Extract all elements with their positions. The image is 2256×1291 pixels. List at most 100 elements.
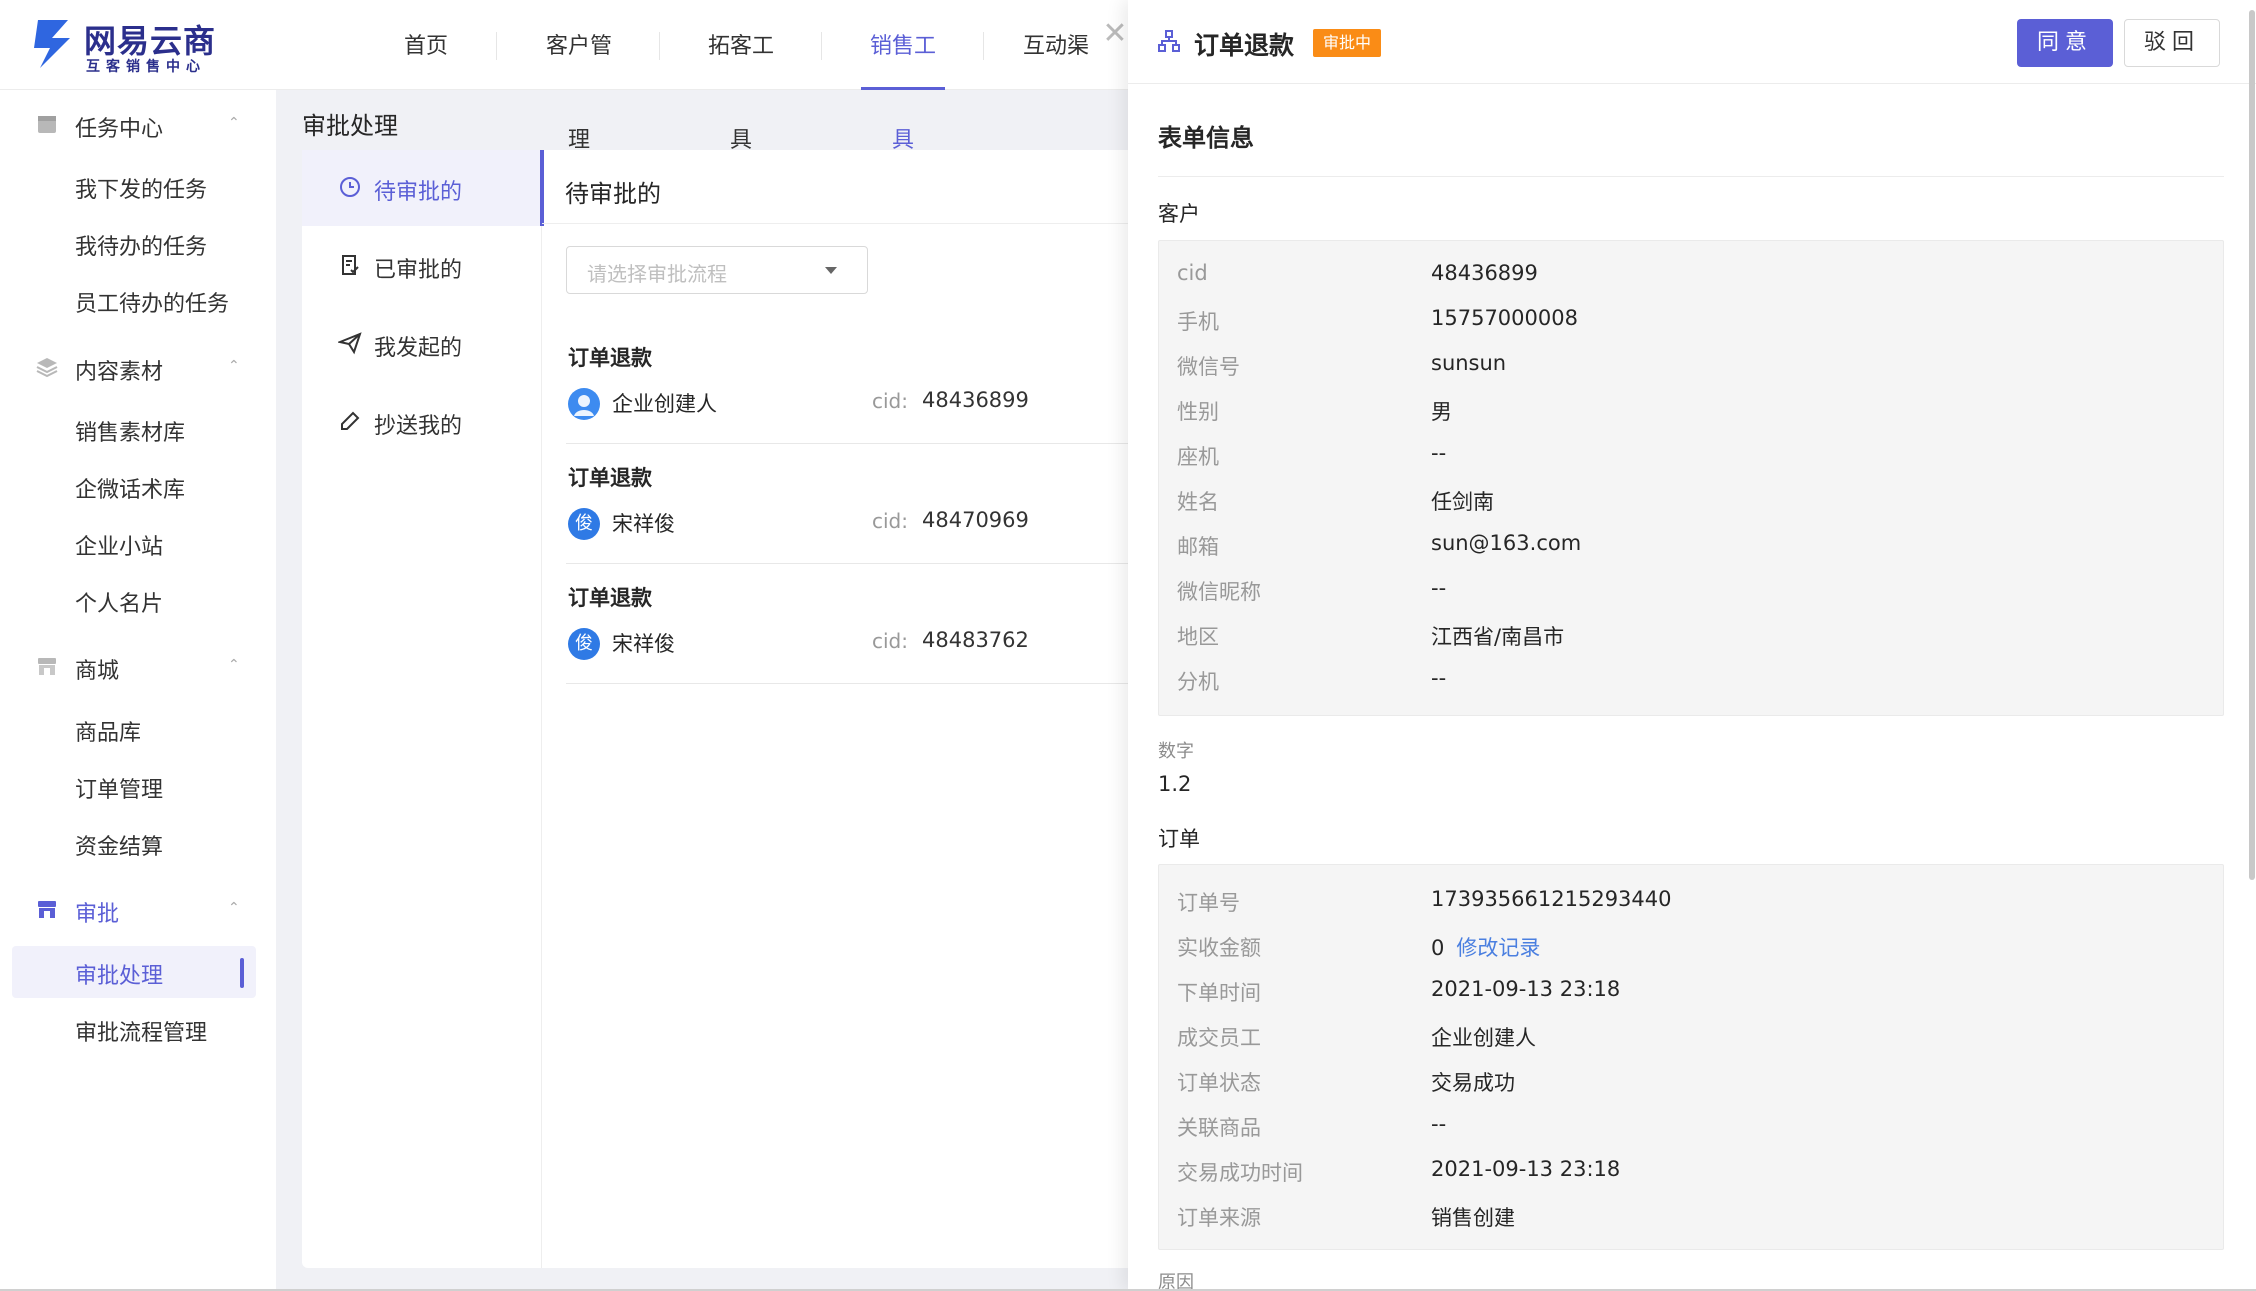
nav-divider xyxy=(496,32,497,60)
kv-row: 分机 -- xyxy=(1159,666,2225,711)
app-logo[interactable]: 网易云商 互客销售中心 xyxy=(32,14,232,76)
kv-key: 微信昵称 xyxy=(1177,580,1261,604)
sidebar-item-products[interactable]: 商品库 xyxy=(12,703,256,755)
drawer-close-icon[interactable]: ✕ xyxy=(1100,14,1130,54)
tab-pending[interactable]: 待审批的 xyxy=(302,150,544,226)
sidebar-group-tasks[interactable]: 任务中心 ⌃ xyxy=(0,97,276,153)
approval-detail-drawer: 订单退款 审批中 同意 驳回 表单信息 客户 cid 48436899 手机 157… xyxy=(1128,0,2256,1291)
kv-row: cid 48436899 xyxy=(1159,261,2225,306)
document-check-icon xyxy=(342,255,359,275)
nav-channels[interactable]: 互动渠道 xyxy=(1023,0,1109,90)
kv-key: 手机 xyxy=(1177,310,1219,334)
sidebar-item-business-card[interactable]: 个人名片 xyxy=(12,574,256,626)
approval-list-item[interactable]: 订单退款 俊 宋祥俊 cid: 48483762 xyxy=(566,566,1202,684)
nav-divider xyxy=(983,32,984,60)
kv-row: 微信昵称 -- xyxy=(1159,576,2225,621)
kv-row: 邮箱 sun@163.com xyxy=(1159,531,2225,576)
tab-approved[interactable]: 已审批的 xyxy=(302,228,542,304)
sidebar-item-orders[interactable]: 订单管理 xyxy=(12,760,256,812)
tab-initiated[interactable]: 我发起的 xyxy=(302,306,542,382)
tab-label: 抄送我的 xyxy=(374,414,463,439)
status-badge: 审批中 xyxy=(1313,29,1382,57)
caret-down-icon xyxy=(825,267,837,274)
kv-value: 交易成功 xyxy=(1431,1071,1515,1095)
nav-sales-tools[interactable]: 销售工具 xyxy=(861,0,945,153)
kv-key: 座机 xyxy=(1177,445,1219,469)
approval-list-item[interactable]: 订单退款 企业创建人 cid: 48436899 xyxy=(566,326,1202,444)
sidebar-item-label: 资金结算 xyxy=(75,835,164,860)
agree-button[interactable]: 同意 xyxy=(2017,19,2113,67)
customer-label: 客户 xyxy=(1158,202,1200,226)
kv-value: 任剑南 xyxy=(1431,490,1494,514)
cid-label: cid: xyxy=(872,389,908,413)
page-title: 审批处理 xyxy=(302,112,398,140)
item-person: 宋祥俊 xyxy=(612,632,675,656)
sidebar-item-settlement[interactable]: 资金结算 xyxy=(12,817,256,869)
select-placeholder: 请选择审批流程 xyxy=(587,262,727,286)
kv-key: 微信号 xyxy=(1177,355,1240,379)
kv-value: 0 xyxy=(1431,936,1445,960)
approval-flow-select[interactable]: 请选择审批流程 xyxy=(566,246,868,294)
kv-key: 地区 xyxy=(1177,625,1219,649)
kv-key: 邮箱 xyxy=(1177,535,1219,559)
kv-value: 2021-09-13 23:18 xyxy=(1431,1157,1621,1181)
edit-history-link[interactable]: 修改记录 xyxy=(1456,936,1540,960)
nav-prospecting[interactable]: 拓客工具 xyxy=(698,0,784,153)
sidebar-item-my-todo[interactable]: 我待办的任务 xyxy=(12,217,256,269)
sidebar-group-label: 内容素材 xyxy=(75,360,164,385)
kv-key: 关联商品 xyxy=(1177,1116,1261,1140)
kv-value: 173935661215293440 xyxy=(1431,887,1672,911)
chevron-up-icon: ⌃ xyxy=(228,900,240,916)
nav-divider xyxy=(659,32,660,60)
kv-key: cid xyxy=(1177,261,1208,285)
kv-row: 订单来源 销售创建 xyxy=(1159,1202,2225,1247)
sidebar-item-label: 企微话术库 xyxy=(75,478,186,503)
kv-row: 座机 -- xyxy=(1159,441,2225,486)
sidebar-item-approval-processing[interactable]: 审批处理 xyxy=(12,946,256,998)
sidebar-item-label: 销售素材库 xyxy=(75,421,186,446)
kv-row: 性别 男 xyxy=(1159,396,2225,441)
cid-value: 48483762 xyxy=(922,628,1029,652)
sidebar-item-label: 商品库 xyxy=(75,721,142,746)
tab-cc-me[interactable]: 抄送我的 xyxy=(302,384,542,460)
divider xyxy=(1158,176,2224,177)
sidebar-group-approval[interactable]: 审批 ⌃ xyxy=(0,882,276,938)
tab-label: 已审批的 xyxy=(374,258,463,283)
kv-value-group: 0 修改记录 xyxy=(1431,932,1540,962)
kv-row: 关联商品 -- xyxy=(1159,1112,2225,1157)
tab-label: 待审批的 xyxy=(374,180,463,205)
sidebar-group-label: 商城 xyxy=(75,659,120,684)
kv-value: 销售创建 xyxy=(1431,1206,1515,1230)
drawer-scrollbar[interactable] xyxy=(2249,10,2255,880)
order-label: 订单 xyxy=(1158,827,1200,851)
kv-key: 订单号 xyxy=(1177,891,1240,915)
approval-list-item[interactable]: 订单退款 俊 宋祥俊 cid: 48470969 xyxy=(566,446,1202,564)
sidebar-item-scripts[interactable]: 企微话术库 xyxy=(12,460,256,512)
kv-value: 15757000008 xyxy=(1431,306,1578,330)
kv-value: -- xyxy=(1431,441,1447,465)
nav-home[interactable]: 首页 xyxy=(396,0,456,90)
sidebar-item-issued-tasks[interactable]: 我下发的任务 xyxy=(12,160,256,212)
sidebar-group-mall[interactable]: 商城 ⌃ xyxy=(0,639,276,695)
kv-value: 企业创建人 xyxy=(1431,1026,1536,1050)
kv-key: 分机 xyxy=(1177,670,1219,694)
nav-customers[interactable]: 客户管理 xyxy=(536,0,622,153)
sidebar-item-staff-todo[interactable]: 员工待办的任务 xyxy=(12,274,256,326)
number-label: 数字 xyxy=(1158,741,1194,762)
kv-key: 成交员工 xyxy=(1177,1026,1261,1050)
chevron-up-icon: ⌃ xyxy=(228,358,240,374)
kv-value: -- xyxy=(1431,666,1447,690)
edit-icon xyxy=(341,411,360,430)
drawer-header: 订单退款 审批中 同意 驳回 xyxy=(1128,0,2256,84)
sidebar-group-content[interactable]: 内容素材 ⌃ xyxy=(0,340,276,396)
kv-value: -- xyxy=(1431,576,1447,600)
kv-key: 下单时间 xyxy=(1177,981,1261,1005)
sidebar-item-materials[interactable]: 销售素材库 xyxy=(12,403,256,455)
kv-value: 48436899 xyxy=(1431,261,1538,285)
cid-value: 48470969 xyxy=(922,508,1029,532)
reject-button[interactable]: 驳回 xyxy=(2124,19,2220,67)
kv-row: 成交员工 企业创建人 xyxy=(1159,1022,2225,1067)
sidebar-item-microsite[interactable]: 企业小站 xyxy=(12,517,256,569)
kv-value: sun@163.com xyxy=(1431,531,1582,555)
sidebar-item-approval-flow[interactable]: 审批流程管理 xyxy=(12,1003,256,1055)
